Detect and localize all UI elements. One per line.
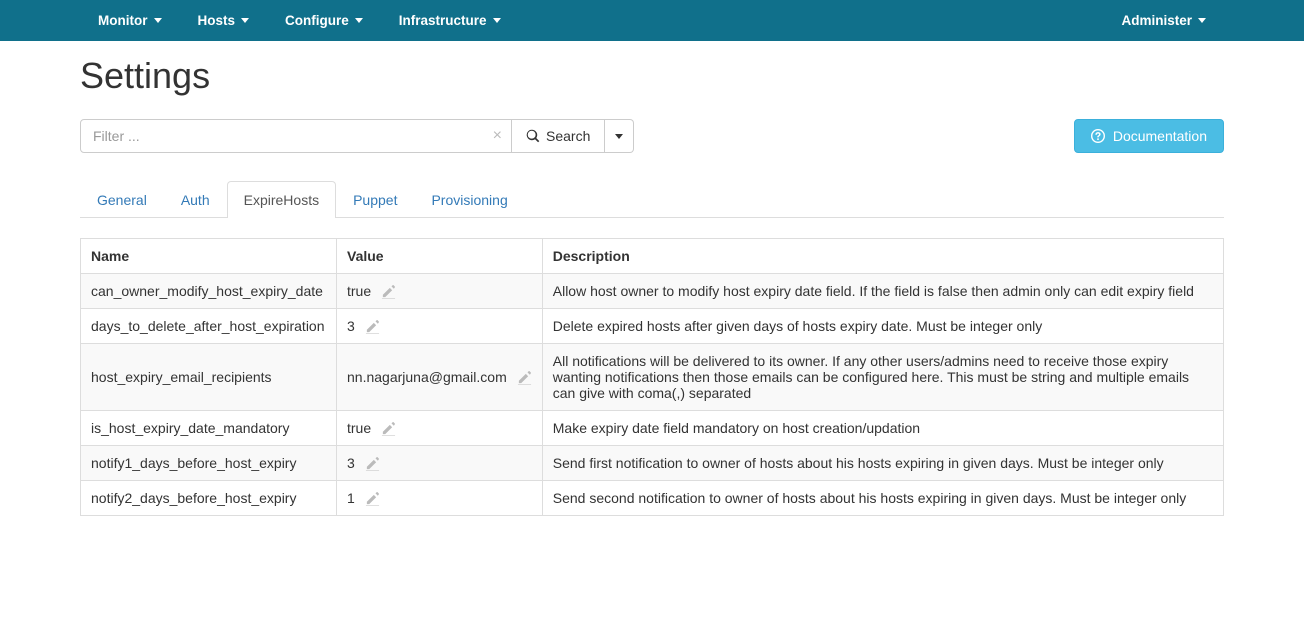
tab-expirehosts[interactable]: ExpireHosts xyxy=(227,181,336,218)
table-header-row: Name Value Description xyxy=(81,239,1224,274)
tab-provisioning[interactable]: Provisioning xyxy=(414,181,524,218)
chevron-down-icon xyxy=(154,18,162,23)
chevron-down-icon xyxy=(355,18,363,23)
chevron-down-icon xyxy=(493,18,501,23)
search-icon xyxy=(526,129,540,143)
settings-table: Name Value Description can_owner_modify_… xyxy=(80,238,1224,516)
page-title: Settings xyxy=(80,55,1224,97)
table-row: host_expiry_email_recipients nn.nagarjuna… xyxy=(81,344,1224,411)
search-button[interactable]: Search xyxy=(512,119,605,153)
filter-wrap: × xyxy=(80,119,512,153)
setting-name: can_owner_modify_host_expiry_date xyxy=(81,274,337,309)
edit-icon[interactable] xyxy=(381,421,396,436)
table-row: days_to_delete_after_host_expiration 3 Del… xyxy=(81,309,1224,344)
tabs: GeneralAuthExpireHostsPuppetProvisioning xyxy=(80,181,1224,218)
setting-value-cell[interactable]: 3 xyxy=(337,309,543,344)
table-row: is_host_expiry_date_mandatory true Make ex… xyxy=(81,411,1224,446)
col-header-description: Description xyxy=(542,239,1223,274)
edit-icon[interactable] xyxy=(365,456,380,471)
edit-icon[interactable] xyxy=(517,370,532,385)
setting-name: days_to_delete_after_host_expiration xyxy=(81,309,337,344)
setting-description: Allow host owner to modify host expiry d… xyxy=(542,274,1223,309)
tab-general[interactable]: General xyxy=(80,181,164,218)
setting-name: is_host_expiry_date_mandatory xyxy=(81,411,337,446)
search-dropdown-button[interactable] xyxy=(605,119,634,153)
nav-monitor[interactable]: Monitor xyxy=(80,0,180,41)
col-header-name: Name xyxy=(81,239,337,274)
setting-value: nn.nagarjuna@gmail.com xyxy=(347,369,507,385)
setting-description: Delete expired hosts after given days of… xyxy=(542,309,1223,344)
col-header-value: Value xyxy=(337,239,543,274)
edit-icon[interactable] xyxy=(381,284,396,299)
documentation-button-label: Documentation xyxy=(1113,128,1207,144)
nav-infrastructure[interactable]: Infrastructure xyxy=(381,0,519,41)
edit-icon[interactable] xyxy=(365,319,380,334)
setting-name: host_expiry_email_recipients xyxy=(81,344,337,411)
nav-administer[interactable]: Administer xyxy=(1103,0,1224,41)
setting-description: Send first notification to owner of host… xyxy=(542,446,1223,481)
setting-value: true xyxy=(347,283,371,299)
setting-name: notify2_days_before_host_expiry xyxy=(81,481,337,516)
edit-icon[interactable] xyxy=(365,491,380,506)
table-row: notify2_days_before_host_expiry 1 Send sec… xyxy=(81,481,1224,516)
nav-hosts[interactable]: Hosts xyxy=(180,0,268,41)
nav-configure[interactable]: Configure xyxy=(267,0,381,41)
search-button-label: Search xyxy=(546,128,590,144)
setting-value: true xyxy=(347,420,371,436)
search-group: × Search xyxy=(80,119,634,153)
help-icon xyxy=(1091,129,1105,143)
nav-label: Configure xyxy=(285,13,349,28)
setting-name: notify1_days_before_host_expiry xyxy=(81,446,337,481)
toolbar: × Search Documentation xyxy=(80,119,1224,153)
nav-label: Hosts xyxy=(198,13,236,28)
setting-value-cell[interactable]: true xyxy=(337,274,543,309)
chevron-down-icon xyxy=(1198,18,1206,23)
clear-icon[interactable]: × xyxy=(493,128,502,144)
documentation-button[interactable]: Documentation xyxy=(1074,119,1224,153)
top-navbar: Monitor Hosts Configure Infrastructure A… xyxy=(0,0,1304,41)
table-row: notify1_days_before_host_expiry 3 Send fir… xyxy=(81,446,1224,481)
setting-value-cell[interactable]: 1 xyxy=(337,481,543,516)
tab-puppet[interactable]: Puppet xyxy=(336,181,414,218)
chevron-down-icon xyxy=(241,18,249,23)
setting-value-cell[interactable]: 3 xyxy=(337,446,543,481)
setting-value: 1 xyxy=(347,490,355,506)
tab-auth[interactable]: Auth xyxy=(164,181,227,218)
filter-input[interactable] xyxy=(80,119,512,153)
chevron-down-icon xyxy=(615,134,623,139)
setting-description: Send second notification to owner of hos… xyxy=(542,481,1223,516)
setting-description: Make expiry date field mandatory on host… xyxy=(542,411,1223,446)
navbar-left: Monitor Hosts Configure Infrastructure xyxy=(80,0,519,41)
nav-label: Monitor xyxy=(98,13,148,28)
setting-value-cell[interactable]: nn.nagarjuna@gmail.com xyxy=(337,344,543,411)
nav-label: Infrastructure xyxy=(399,13,487,28)
navbar-right: Administer xyxy=(1103,0,1224,41)
nav-label: Administer xyxy=(1121,13,1192,28)
setting-value: 3 xyxy=(347,455,355,471)
setting-value-cell[interactable]: true xyxy=(337,411,543,446)
setting-description: All notifications will be delivered to i… xyxy=(542,344,1223,411)
setting-value: 3 xyxy=(347,318,355,334)
table-row: can_owner_modify_host_expiry_date true All… xyxy=(81,274,1224,309)
